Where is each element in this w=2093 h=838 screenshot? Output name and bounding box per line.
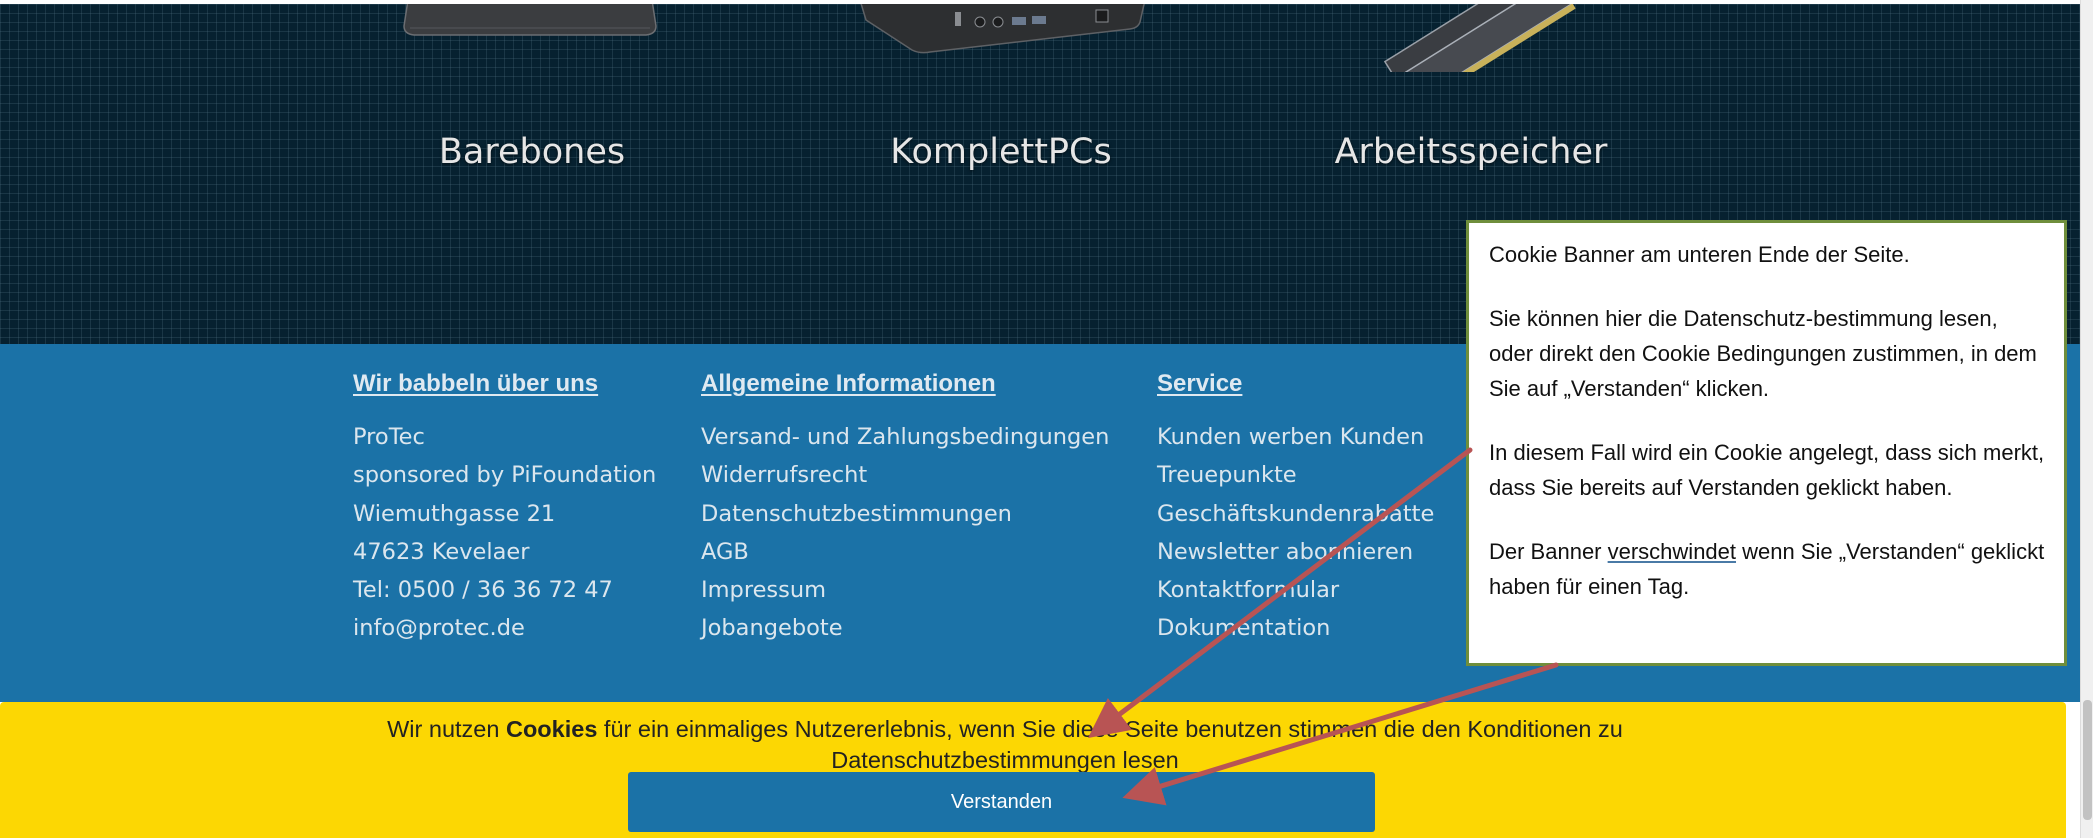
- annotation-paragraph-3: In diesem Fall wird ein Cookie angelegt,…: [1489, 440, 2045, 500]
- annotation-p4-before: Der Banner: [1489, 539, 1608, 564]
- footer-column-info: Allgemeine Informationen Versand- und Za…: [701, 370, 1109, 648]
- annotation-paragraph-4: Der Banner verschwindet wenn Sie „Versta…: [1489, 534, 2046, 604]
- footer-sponsor: sponsored by PiFoundation: [353, 462, 657, 489]
- annotation-paragraph-2: Sie können hier die Datenschutz-bestimmu…: [1489, 306, 2037, 401]
- accept-cookies-button[interactable]: Verstanden: [628, 772, 1375, 832]
- footer-link-contact[interactable]: Kontaktformular: [1157, 571, 1434, 609]
- komplett-pc-image[interactable]: [860, 4, 1145, 58]
- ram-module-image[interactable]: [1355, 4, 1595, 72]
- footer-heading-info[interactable]: Allgemeine Informationen: [701, 370, 1109, 398]
- annotation-p4-underlined: verschwindet: [1607, 539, 1737, 564]
- footer-link-terms[interactable]: AGB: [701, 533, 1109, 571]
- annotation-paragraph-1: Cookie Banner am unteren Ende der Seite.: [1489, 242, 1910, 267]
- footer-column-about: Wir babbeln über uns ProTec sponsored by…: [353, 370, 656, 648]
- cookie-text-bold: Cookies: [505, 716, 598, 742]
- category-komplettpcs[interactable]: KomplettPCs: [890, 132, 1111, 172]
- page-scrollbar[interactable]: [2080, 0, 2093, 838]
- footer-link-docs[interactable]: Dokumentation: [1157, 609, 1434, 647]
- annotation-callout: Cookie Banner am unteren Ende der Seite.…: [1466, 220, 2067, 666]
- cookie-text-after: für ein einmaliges Nutzererlebnis, wenn …: [597, 716, 1623, 742]
- footer-link-shipping[interactable]: Versand- und Zahlungsbedingungen: [701, 418, 1109, 456]
- footer-link-newsletter[interactable]: Newsletter abonnieren: [1157, 533, 1434, 571]
- cookie-message: Wir nutzen Cookies für ein einmaliges Nu…: [0, 702, 2010, 776]
- footer-heading-about[interactable]: Wir babbeln über uns: [353, 370, 656, 398]
- footer-heading-service[interactable]: Service: [1157, 370, 1434, 398]
- footer-link-jobs[interactable]: Jobangebote: [701, 609, 1109, 647]
- footer-company-name: ProTec: [353, 424, 425, 450]
- cookie-text-before: Wir nutzen: [387, 716, 506, 742]
- footer-link-referral[interactable]: Kunden werben Kunden: [1157, 418, 1434, 456]
- footer-phone: Tel: 0500 / 36 36 72 47: [353, 577, 613, 604]
- cookie-banner: Wir nutzen Cookies für ein einmaliges Nu…: [0, 702, 2066, 838]
- footer-street: Wiemuthgasse 21: [353, 500, 556, 527]
- category-arbeitsspeicher[interactable]: Arbeitsspeicher: [1335, 132, 1608, 172]
- footer-column-service: Service Kunden werben Kunden Treuepunkte…: [1157, 370, 1434, 648]
- footer-link-withdrawal[interactable]: Widerrufsrecht: [701, 456, 1109, 494]
- footer-link-imprint[interactable]: Impressum: [701, 571, 1109, 609]
- footer-email[interactable]: info@protec.de: [353, 609, 656, 647]
- footer-link-business-discounts[interactable]: Geschäftskundenrabatte: [1157, 495, 1434, 533]
- category-barebones[interactable]: Barebones: [439, 132, 625, 172]
- footer-link-privacy[interactable]: Datenschutzbestimmungen: [701, 495, 1109, 533]
- scrollbar-thumb[interactable]: [2083, 700, 2092, 820]
- footer-link-loyalty[interactable]: Treuepunkte: [1157, 456, 1434, 494]
- footer-city: 47623 Kevelaer: [353, 538, 530, 565]
- barebone-pc-image[interactable]: [400, 4, 660, 42]
